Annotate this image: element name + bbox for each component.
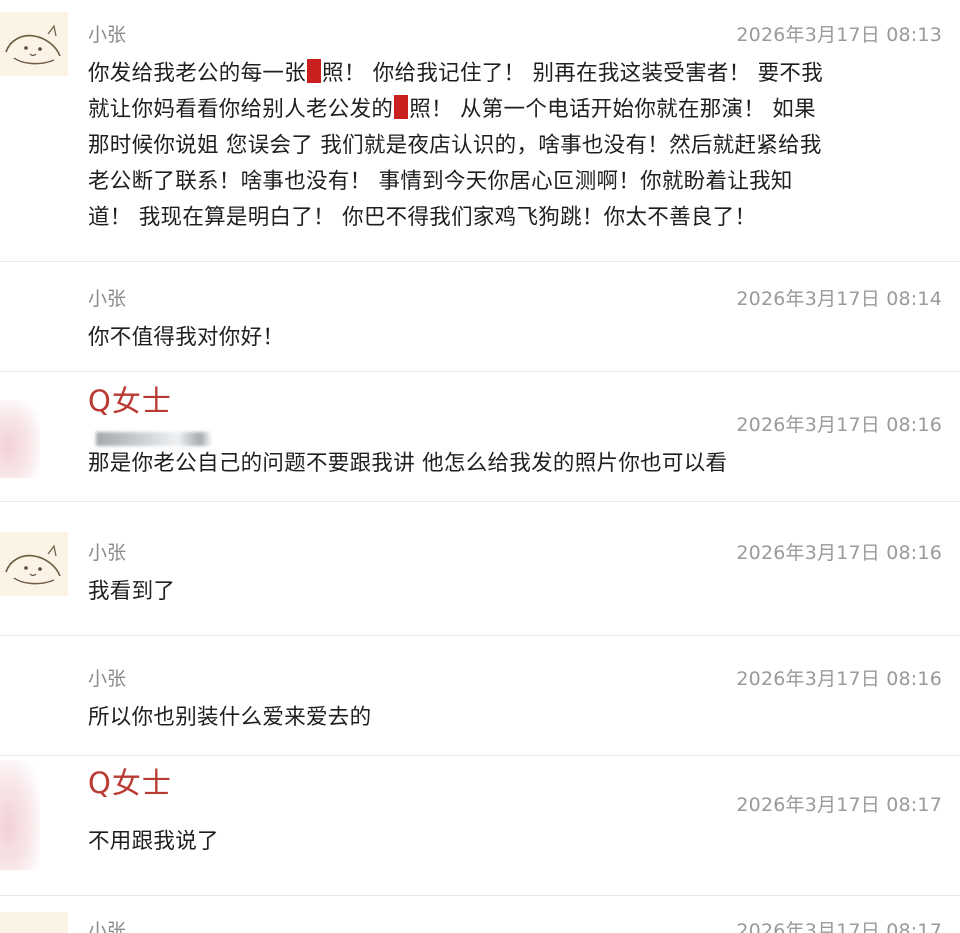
avatar-q-icon[interactable] — [0, 400, 40, 478]
sender-name: 小张 — [88, 920, 127, 933]
message-line: 老公断了联系！啥事也没有！ 事情到今天你居心叵测啊！你就盼着让我知 — [88, 169, 793, 194]
redaction-icon — [394, 95, 409, 119]
timestamp: 2026年3月17日 08:17 — [736, 920, 942, 933]
timestamp: 2026年3月17日 08:13 — [736, 24, 942, 46]
message-item: 小张 2026年3月17日 08:14 你不值得我对你好！ — [0, 262, 960, 372]
sender-name: Q女士 — [88, 384, 172, 418]
message-text: 不用跟我说了 — [88, 829, 219, 854]
message-item: 小张 2026年3月17日 08:13 你发给我老公的每一张 照！ 你给我记住了！… — [0, 0, 960, 262]
timestamp: 2026年3月17日 08:14 — [736, 288, 942, 310]
sender-name: 小张 — [88, 668, 127, 690]
avatar-xiaozhang-icon[interactable] — [0, 12, 68, 76]
message-item: 小张 2026年3月17日 08:16 我看到了 — [0, 502, 960, 636]
message-text: 我看到了 — [88, 579, 176, 604]
avatar-q-icon[interactable] — [0, 760, 40, 870]
message-item: 小张 2026年3月17日 08:16 所以你也别装什么爱来爱去的 — [0, 636, 960, 756]
avatar-xiaozhang-icon[interactable] — [0, 912, 68, 933]
message-line: 就让你妈看看你给别人老公发的 照！ 从第一个电话开始你就在那演！ 如果 — [88, 95, 816, 122]
message-item: Q女士 2026年3月17日 08:17 不用跟我说了 — [0, 756, 960, 896]
message-text: 你发给我老公的每一张 照！ 你给我记住了！ 别再在我这装受害者！ 要不我 就让你妈… — [88, 56, 944, 236]
sender-name: 小张 — [88, 542, 127, 564]
timestamp: 2026年3月17日 08:16 — [736, 542, 942, 564]
message-line: 道！ 我现在算是明白了！ 你巴不得我们家鸡飞狗跳！你太不善良了！ — [88, 205, 757, 230]
sender-name: 小张 — [88, 288, 127, 310]
message-line: 你发给我老公的每一张 照！ 你给我记住了！ 别再在我这装受害者！ 要不我 — [88, 59, 824, 86]
message-text: 你不值得我对你好！ — [88, 325, 285, 350]
avatar-xiaozhang-icon[interactable] — [0, 532, 68, 596]
sender-name: Q女士 — [88, 766, 172, 800]
message-text: 所以你也别装什么爱来爱去的 — [88, 705, 372, 730]
message-line: 那时候你说姐 您误会了 我们就是夜店认识的，啥事也没有！然后就赶紧给我 — [88, 133, 822, 158]
redaction-icon — [307, 59, 322, 83]
message-text: 那是你老公自己的问题不要跟我讲 他怎么给我发的照片你也可以看 — [88, 451, 728, 476]
message-item: 小张 2026年3月17日 08:17 — [0, 896, 960, 933]
timestamp: 2026年3月17日 08:16 — [736, 414, 942, 436]
sender-name: 小张 — [88, 24, 127, 46]
redaction-smudge — [96, 432, 212, 446]
timestamp: 2026年3月17日 08:17 — [736, 794, 942, 816]
timestamp: 2026年3月17日 08:16 — [736, 668, 942, 690]
